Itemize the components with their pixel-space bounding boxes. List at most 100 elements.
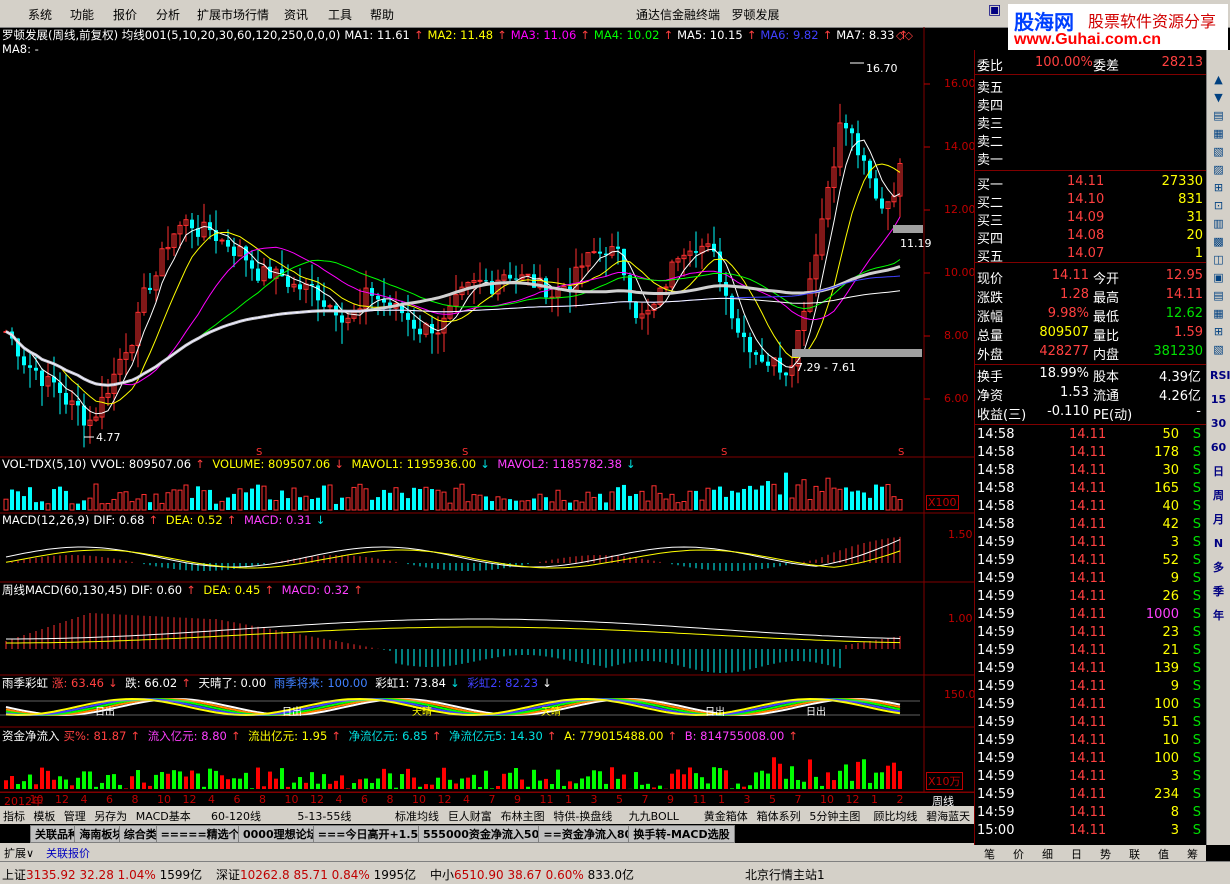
period-button[interactable]: 多 bbox=[1210, 560, 1227, 576]
period-button[interactable]: 15 bbox=[1210, 392, 1227, 408]
period-button[interactable]: N bbox=[1210, 536, 1227, 552]
indicator-tab[interactable]: 模板 bbox=[33, 808, 55, 824]
server-name[interactable]: 北京行情主站1 bbox=[745, 866, 825, 883]
quote-tab[interactable]: 笔 bbox=[984, 846, 995, 862]
period-button[interactable]: 季 bbox=[1210, 584, 1227, 600]
related-quote-tab[interactable]: 关联报价 bbox=[46, 845, 90, 861]
tick-time: 14:58 bbox=[977, 463, 1014, 478]
fund-bar bbox=[94, 787, 98, 789]
indicator-tab[interactable]: 指标 bbox=[3, 808, 25, 824]
menu-extended-market[interactable]: 扩展市场行情 bbox=[197, 6, 269, 23]
fund-bar bbox=[892, 763, 896, 789]
indicator-tab[interactable]: 5-13-55线 bbox=[297, 808, 351, 824]
tick-time: 14:58 bbox=[977, 481, 1014, 496]
menu-tools[interactable]: 工具 bbox=[328, 6, 352, 23]
indicator-tab[interactable]: 顾比均线 bbox=[873, 808, 917, 824]
indicator-tab[interactable]: 碧海蓝天 bbox=[926, 808, 970, 824]
chart-area[interactable]: 罗顿发展(周线,前复权) 均线001(5,10,20,30,60,120,250… bbox=[0, 27, 974, 845]
block-tab[interactable]: 0000理想论坛 bbox=[238, 825, 323, 843]
period-button[interactable]: 月 bbox=[1210, 512, 1227, 528]
block-tab[interactable]: 555000资金净流入50% bbox=[418, 825, 555, 843]
tool-icon[interactable]: ▧ bbox=[1210, 144, 1227, 160]
indicator-tab[interactable]: 标准均线 bbox=[395, 808, 439, 824]
quote-bottom-tabs: 笔价细日势联值筹 bbox=[974, 845, 1206, 861]
period-button[interactable]: 60 bbox=[1210, 440, 1227, 456]
tool-icon[interactable]: ▤ bbox=[1210, 288, 1227, 304]
stat-row: 总量809507量比1.59 bbox=[977, 325, 1205, 342]
tool-icon[interactable]: ▤ bbox=[1210, 108, 1227, 124]
menu-help[interactable]: 帮助 bbox=[370, 6, 394, 23]
volume-bar bbox=[100, 504, 104, 510]
quote-tab[interactable]: 日 bbox=[1071, 846, 1082, 862]
candle-body-down bbox=[736, 318, 740, 332]
tool-icon[interactable]: ▨ bbox=[1210, 162, 1227, 178]
tool-icon[interactable]: ⊞ bbox=[1210, 180, 1227, 196]
fund-bar bbox=[748, 785, 752, 789]
volume-bar bbox=[784, 473, 788, 510]
indicator-tab[interactable]: MACD基本 bbox=[136, 808, 191, 824]
volume-bar bbox=[742, 489, 746, 510]
tool-icon[interactable]: ▩ bbox=[1210, 234, 1227, 250]
quote-tab[interactable]: 筹 bbox=[1187, 846, 1198, 862]
block-tab[interactable]: 换手转-MACD选股 bbox=[628, 825, 734, 843]
tick-price: 14.11 bbox=[1069, 427, 1106, 442]
period-button[interactable]: 周 bbox=[1210, 488, 1227, 504]
volume-bar bbox=[244, 492, 248, 510]
stat-value: 1.59 bbox=[1174, 325, 1203, 340]
indicator-tab[interactable]: 巨人财富 bbox=[448, 808, 492, 824]
quote-tab[interactable]: 细 bbox=[1042, 846, 1053, 862]
quote-tab[interactable]: 联 bbox=[1129, 846, 1140, 862]
tool-icon[interactable]: ◫ bbox=[1210, 252, 1227, 268]
indicator-tab[interactable]: 管理 bbox=[64, 808, 86, 824]
candle-body-down bbox=[850, 128, 854, 133]
period-button[interactable]: 30 bbox=[1210, 416, 1227, 432]
volume-bar bbox=[736, 492, 740, 510]
indicator-tab[interactable]: 黄金箱体 bbox=[704, 808, 748, 824]
indicator-tab[interactable]: 布林主图 bbox=[501, 808, 545, 824]
tick-time: 14:58 bbox=[977, 517, 1014, 532]
quote-tab[interactable]: 价 bbox=[1013, 846, 1024, 862]
tool-icon[interactable]: ⊞ bbox=[1210, 324, 1227, 340]
volume-bar bbox=[700, 500, 704, 510]
indicator-tab[interactable]: 箱体系列 bbox=[757, 808, 801, 824]
app-icon[interactable]: ▣ bbox=[988, 2, 1001, 18]
menu-function[interactable]: 功能 bbox=[70, 6, 94, 23]
zx-index[interactable]: 中小6510.90 38.67 0.60% 833.0亿 bbox=[430, 866, 634, 883]
tool-icon[interactable]: ▼ bbox=[1210, 90, 1227, 106]
tick-volume: 50 bbox=[1162, 427, 1179, 442]
fund-bar bbox=[778, 764, 782, 789]
tool-icon[interactable]: ▧ bbox=[1210, 342, 1227, 358]
quote-tab[interactable]: 势 bbox=[1100, 846, 1111, 862]
quote-tab[interactable]: 值 bbox=[1158, 846, 1169, 862]
menu-system[interactable]: 系统 bbox=[28, 6, 52, 23]
tool-icon[interactable]: ▲ bbox=[1210, 72, 1227, 88]
volume-bar bbox=[688, 491, 692, 510]
indicator-tab[interactable]: 5分钟主图 bbox=[809, 808, 860, 824]
menu-news[interactable]: 资讯 bbox=[284, 6, 308, 23]
tool-icon[interactable]: ▣ bbox=[1210, 270, 1227, 286]
fund-bar bbox=[358, 779, 362, 789]
menu-analysis[interactable]: 分析 bbox=[156, 6, 180, 23]
tool-icon[interactable]: ▥ bbox=[1210, 216, 1227, 232]
period-button[interactable]: 日 bbox=[1210, 464, 1227, 480]
period-button[interactable]: RSI bbox=[1210, 368, 1227, 384]
menu-quote[interactable]: 报价 bbox=[113, 6, 137, 23]
block-tab[interactable]: ===今日高开+1.5% bbox=[313, 825, 434, 843]
extend-button[interactable]: 扩展∨ bbox=[4, 845, 34, 861]
tool-icon[interactable]: ⊡ bbox=[1210, 198, 1227, 214]
tool-icon[interactable]: ▦ bbox=[1210, 306, 1227, 322]
fund-bar bbox=[784, 779, 788, 789]
sz-index[interactable]: 深证10262.8 85.71 0.84% 1995亿 bbox=[216, 866, 416, 883]
indicator-tab[interactable]: 九九BOLL bbox=[629, 808, 679, 824]
tool-icon[interactable]: ▦ bbox=[1210, 126, 1227, 142]
period-button[interactable]: 年 bbox=[1210, 608, 1227, 624]
sh-index[interactable]: 上证3135.92 32.28 1.04% 1599亿 bbox=[2, 866, 202, 883]
candle-body-down bbox=[484, 280, 488, 281]
candle-body-down bbox=[880, 199, 884, 209]
indicator-tab[interactable]: 另存为 bbox=[94, 808, 127, 824]
tick-row: 14:5914.11234S bbox=[977, 787, 1205, 805]
indicator-tab[interactable]: 60-120线 bbox=[211, 808, 261, 824]
sell-label: 卖五 bbox=[977, 77, 1003, 96]
tick-time: 14:59 bbox=[977, 733, 1014, 748]
indicator-tab[interactable]: 特供-换盘线 bbox=[553, 808, 612, 824]
